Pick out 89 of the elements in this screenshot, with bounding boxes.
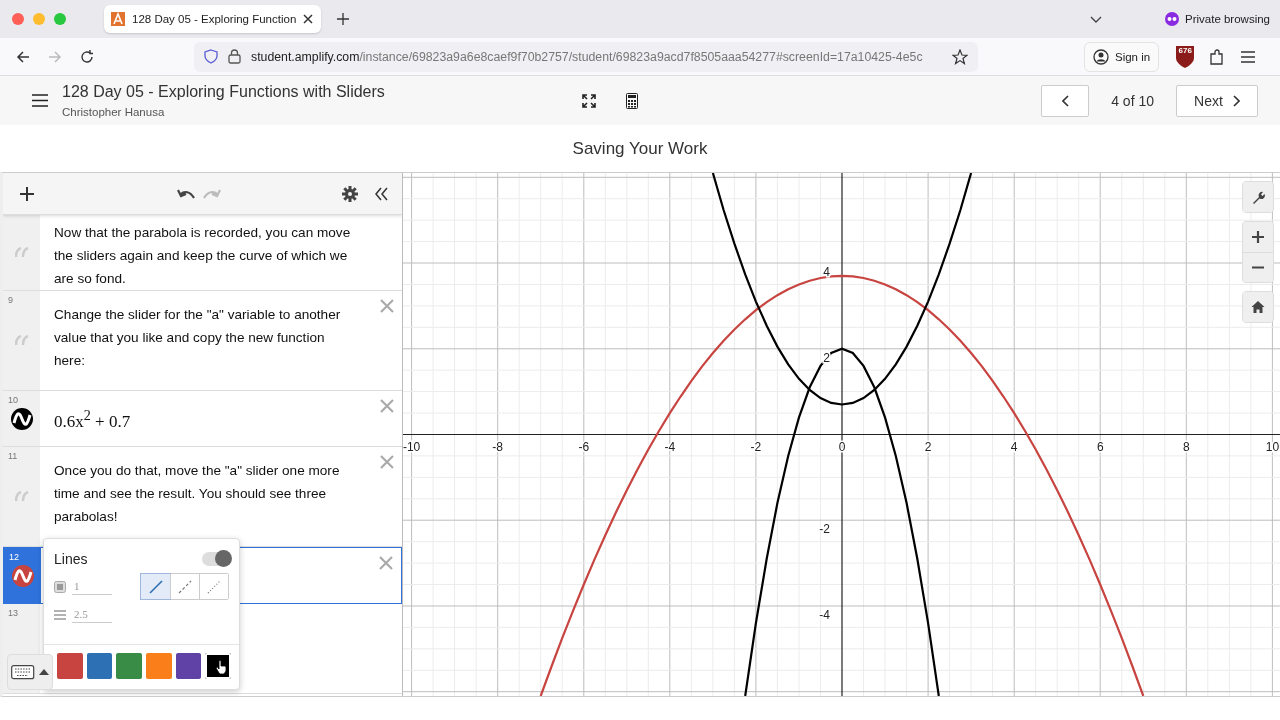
color-swatch[interactable] (116, 653, 142, 679)
home-button[interactable] (1243, 292, 1273, 322)
color-swatch[interactable] (175, 653, 202, 679)
zoom-out-icon (1251, 266, 1265, 269)
tick-label: -6 (578, 439, 590, 454)
tab-title: 128 Day 05 - Exploring Function (132, 13, 297, 25)
tick-label: -10 (403, 439, 421, 454)
tick-label: -8 (492, 439, 503, 454)
quote-icon (14, 335, 29, 346)
solid-line-icon (148, 579, 163, 594)
home-icon (1251, 300, 1265, 314)
shield-icon (1175, 45, 1196, 68)
color-swatch[interactable] (57, 653, 83, 679)
menu-icon[interactable] (32, 94, 48, 107)
tick-label: 2 (924, 439, 932, 454)
note-text: Change the slider for the "a" variable to another value that you like and copy the new function here: (54, 306, 342, 370)
hand-cursor-icon (215, 660, 228, 675)
graph-color-icon[interactable] (10, 407, 33, 430)
lock-icon (228, 49, 241, 64)
reload-icon[interactable] (80, 49, 94, 64)
caret-up-icon (39, 669, 49, 675)
back-icon[interactable] (16, 49, 30, 64)
screen-title: Saving Your Work (572, 138, 708, 159)
zoom-in-icon (1251, 230, 1265, 244)
close-icon[interactable] (303, 14, 314, 24)
chevron-down-icon[interactable] (1090, 15, 1102, 23)
extension-badge[interactable]: 676 (1175, 45, 1196, 68)
undo-icon[interactable] (177, 188, 195, 199)
toggle-switch[interactable] (202, 552, 229, 566)
opacity-icon (54, 580, 66, 593)
color-swatch[interactable] (146, 653, 172, 679)
line-number: 12 (9, 552, 19, 562)
logo-icon (111, 12, 125, 26)
calculator-icon[interactable] (626, 92, 638, 109)
author-name: Christopher Hanusa (62, 106, 166, 118)
chevron-right-icon (1232, 94, 1240, 107)
line-number: 13 (8, 608, 18, 618)
line-number: 9 (8, 295, 13, 305)
chevron-left-icon (1061, 94, 1069, 107)
fullscreen-icon[interactable] (582, 93, 596, 108)
mask-icon (1165, 12, 1179, 26)
tick-label: 4 (1010, 439, 1018, 454)
tick-label: 8 (1182, 439, 1190, 454)
expression-row[interactable]: Now that the parabola is recorded, you can move the sliders again and keep the curve of which we are so fond. (3, 215, 402, 291)
forward-icon (48, 49, 62, 64)
lesson-title: 128 Day 05 - Exploring Functions with Sliders (62, 83, 386, 101)
browser-tab[interactable]: 128 Day 05 - Exploring Function (104, 5, 322, 33)
redo-icon (203, 188, 221, 199)
address-bar[interactable]: student.amplify.com/instance/69823a9a6e8caef9f70b2757/student/69823a9acd7f8505aaa54277#screenId=17a10425-4e5c (194, 41, 978, 72)
tick-label: -4 (819, 608, 830, 622)
tick-label: 4 (823, 265, 830, 279)
shield-icon (204, 49, 218, 64)
account-icon (1093, 48, 1109, 65)
sign-in-button[interactable]: Sign in (1084, 41, 1160, 72)
keyboard-icon (11, 664, 35, 680)
quote-icon (14, 491, 29, 502)
bookmark-star-icon[interactable] (952, 48, 968, 65)
menu-title: Lines (54, 551, 88, 567)
tick-label: 6 (1096, 439, 1104, 454)
dashed-line-icon (178, 579, 192, 594)
wrench-button[interactable] (1243, 182, 1273, 212)
new-tab-icon[interactable] (337, 13, 350, 25)
settings-icon[interactable] (342, 185, 358, 202)
graph-color-icon[interactable] (11, 564, 34, 587)
color-swatch[interactable] (205, 653, 232, 679)
line-width-icon (54, 609, 66, 620)
extensions-icon[interactable] (1209, 48, 1225, 65)
tick-label: 10 (1265, 439, 1280, 454)
math-expression[interactable]: 0.6x$^{2}$ + 0.7 (54, 403, 354, 432)
next-button[interactable]: Next (1176, 84, 1258, 117)
private-browsing-label: Private browsing (1185, 13, 1270, 25)
note-text: Once you do that, move the "a" slider one more time and see the result. You should see three parabolas! (54, 462, 341, 526)
quote-icon (14, 247, 29, 258)
note-text: Now that the parabola is recorded, you can move the sliders again and keep the curve of which we are so fond. (54, 224, 352, 288)
line-number: 10 (8, 395, 18, 405)
wrench-icon (1251, 190, 1265, 204)
expression-row[interactable]: 10 0.6x$^{2}$ + 0.7 (3, 391, 402, 447)
color-swatch[interactable] (86, 653, 113, 679)
tick-label: -2 (819, 522, 830, 537)
line-number: 11 (8, 451, 18, 461)
expression-row[interactable]: 11 Once you do that, move the "a" slider one more time and see the result. You should see three parabolas! (3, 447, 402, 547)
tick-label: -4 (664, 439, 676, 454)
add-icon[interactable] (20, 186, 34, 201)
tick-label: -2 (750, 439, 762, 454)
keyboard-button[interactable] (7, 654, 53, 690)
expression-row[interactable]: 9 Change the slider for the "a" variable to another value that you like and copy the new function here: (3, 291, 402, 391)
collapse-icon[interactable] (375, 186, 388, 201)
url-text: student.amplify.com/instance/69823a9a6e8caef9f70b2757/student/69823a9acd7f8505aaa54277#screenId=17a10425-4e5c (251, 49, 924, 64)
page-counter: 4 of 10 (1111, 92, 1154, 109)
